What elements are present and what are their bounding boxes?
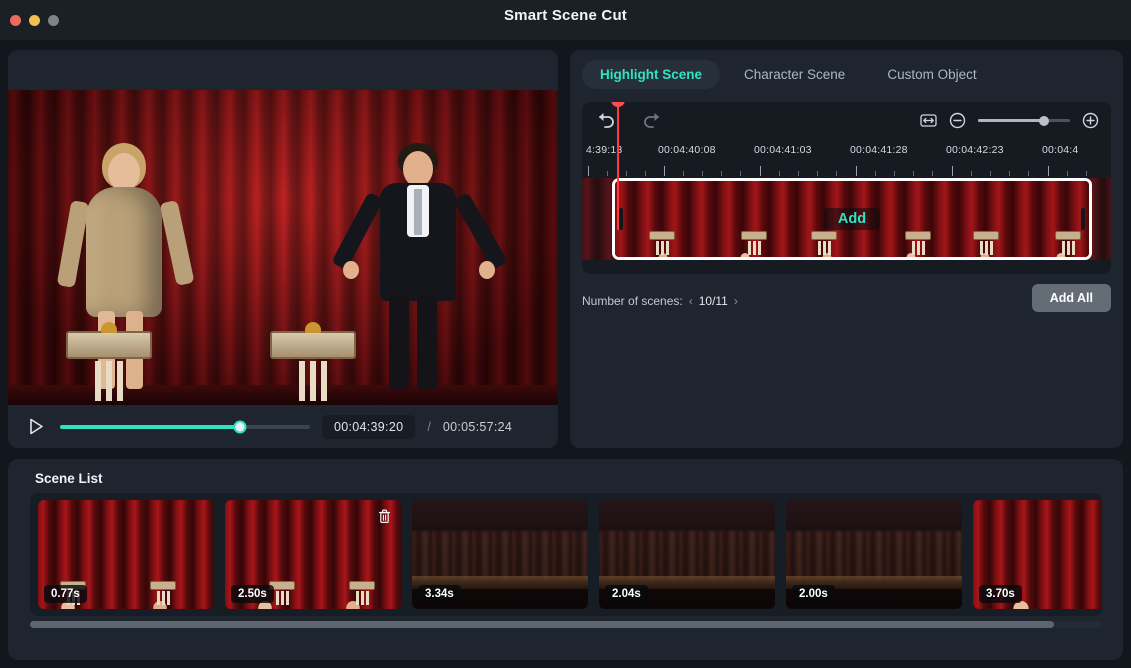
trash-icon[interactable] xyxy=(375,507,393,525)
zoom-in-icon[interactable] xyxy=(1082,112,1099,129)
tools-panel: Highlight Scene Character Scene Custom O… xyxy=(570,50,1123,448)
scrollbar-thumb[interactable] xyxy=(30,621,1054,628)
zoom-out-icon[interactable] xyxy=(949,112,966,129)
ruler-label-2: 00:04:41:03 xyxy=(754,144,812,156)
scene-duration-badge: 0.77s xyxy=(44,585,87,603)
scene-duration-badge: 2.04s xyxy=(605,585,648,603)
list-item[interactable]: 3.70s xyxy=(973,500,1102,609)
zoom-knob[interactable] xyxy=(1039,115,1050,126)
zoom-slider[interactable] xyxy=(978,115,1070,126)
tab-custom-object[interactable]: Custom Object xyxy=(869,60,994,89)
page-title: Smart Scene Cut xyxy=(503,7,628,24)
scene-duration-badge: 2.00s xyxy=(792,585,835,603)
timeline-clip-track: Add xyxy=(582,178,1111,260)
ruler-label-1: 00:04:40:08 xyxy=(658,144,716,156)
ruler-label-3: 00:04:41:28 xyxy=(850,144,908,156)
playback-progress-slider[interactable] xyxy=(60,420,310,433)
tab-character-scene[interactable]: Character Scene xyxy=(726,60,863,89)
total-time: 00:05:57:24 xyxy=(442,419,513,434)
preview-panel: 00:04:39:20 / 00:05:57:24 xyxy=(8,50,558,448)
scene-duration-badge: 3.34s xyxy=(418,585,461,603)
undo-icon[interactable] xyxy=(596,111,615,128)
timeline-editor: 4:39:13 00:04:40:08 00:04:41:03 00:04:41… xyxy=(582,102,1111,274)
list-item[interactable]: 3.34s xyxy=(412,500,588,609)
selected-clip[interactable]: Add xyxy=(612,178,1092,260)
scene-list-row: 0.77s 2.50s 3.34s 2.04s 2.00s 3.70s xyxy=(38,500,1102,609)
scene-duration-badge: 3.70s xyxy=(979,585,1022,603)
video-preview[interactable] xyxy=(8,90,558,405)
scene-list-panel: Scene List 0.77s 2.50s 3.34s 2.04s 2.00s… xyxy=(8,459,1123,660)
ruler-ticks xyxy=(582,163,1111,176)
playhead[interactable] xyxy=(611,102,625,230)
time-separator: / xyxy=(427,419,431,434)
timeline-toolbar xyxy=(582,102,1111,142)
podium-right xyxy=(270,322,356,401)
clip-trim-handle-left[interactable] xyxy=(619,208,623,230)
scene-list-title: Scene List xyxy=(35,471,103,486)
list-item[interactable]: 0.77s xyxy=(38,500,214,609)
scene-count-label: Number of scenes: xyxy=(582,294,683,308)
prev-scene-button[interactable]: ‹ xyxy=(683,294,699,308)
add-scene-button[interactable]: Add xyxy=(823,208,881,230)
scene-count-value: 10/11 xyxy=(698,294,728,308)
timeline-ruler[interactable]: 4:39:13 00:04:40:08 00:04:41:03 00:04:41… xyxy=(582,144,1111,176)
next-scene-button[interactable]: › xyxy=(728,294,744,308)
podium-left xyxy=(66,322,152,401)
add-all-button[interactable]: Add All xyxy=(1031,284,1111,312)
clip-trim-handle-right[interactable] xyxy=(1081,208,1085,230)
ruler-label-5: 00:04:4 xyxy=(1042,144,1079,156)
progress-fill xyxy=(60,424,240,429)
zoom-fill xyxy=(978,119,1045,122)
tab-bar: Highlight Scene Character Scene Custom O… xyxy=(570,50,1123,89)
scene-count-row: Number of scenes: ‹ 10/11 › Add All xyxy=(582,284,1111,316)
redo-icon[interactable] xyxy=(643,111,662,128)
list-item[interactable]: 2.50s xyxy=(225,500,401,609)
progress-knob[interactable] xyxy=(233,420,247,433)
app-window: Smart Scene Cut 00:04:39:20 / 00:05:57:2… xyxy=(0,0,1131,668)
scene-list-scrollbar[interactable] xyxy=(30,621,1102,628)
tab-highlight-scene[interactable]: Highlight Scene xyxy=(582,60,721,89)
ruler-label-4: 00:04:42:23 xyxy=(946,144,1004,156)
performer-right xyxy=(331,143,508,393)
play-icon[interactable] xyxy=(24,415,48,439)
list-item[interactable]: 2.04s xyxy=(599,500,775,609)
list-item[interactable]: 2.00s xyxy=(786,500,962,609)
player-controls: 00:04:39:20 / 00:05:57:24 xyxy=(8,405,558,448)
scene-duration-badge: 2.50s xyxy=(231,585,274,603)
scene-list-scroller[interactable]: 0.77s 2.50s 3.34s 2.04s 2.00s 3.70s xyxy=(30,493,1102,616)
current-time[interactable]: 00:04:39:20 xyxy=(322,414,416,439)
fit-to-width-icon[interactable] xyxy=(920,113,937,128)
title-bar: Smart Scene Cut xyxy=(0,0,1131,40)
